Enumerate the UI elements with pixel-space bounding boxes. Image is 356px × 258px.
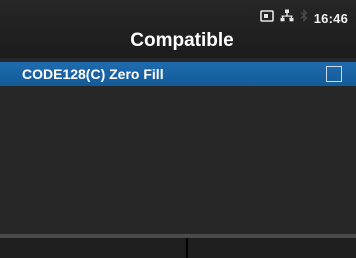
settings-list: CODE128(C) Zero Fill [0,58,356,234]
bluetooth-icon [300,8,308,27]
clock: 16:46 [313,10,348,26]
footer-button-right[interactable] [188,238,356,258]
sd-card-icon [259,9,274,27]
checkbox[interactable] [326,66,342,82]
page-title: Compatible [130,30,234,51]
printer-settings-screen: 16:46 Compatible CODE128(C) Zero Fill [0,0,356,258]
footer [0,234,356,258]
network-icon [280,9,294,27]
status-bar: 16:46 [259,8,348,27]
header: 16:46 Compatible [0,0,356,58]
footer-button-left[interactable] [0,238,186,258]
list-item-code128c-zero-fill[interactable]: CODE128(C) Zero Fill [0,62,356,86]
list-item-label: CODE128(C) Zero Fill [22,66,164,82]
